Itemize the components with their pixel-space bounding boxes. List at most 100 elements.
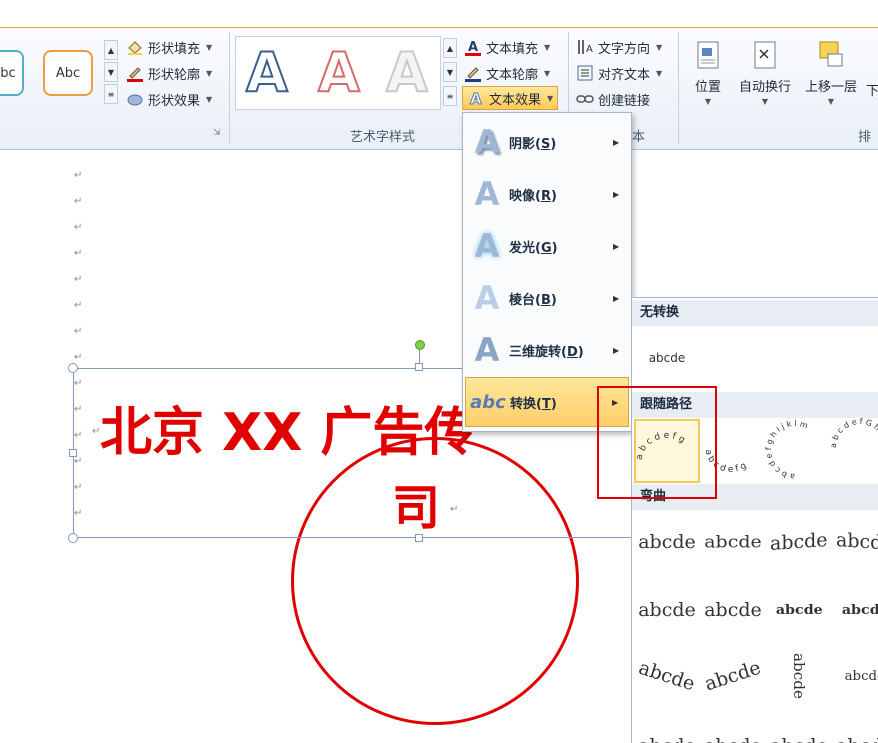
wordart-title-line1[interactable]: 北京 XX 广告传 [100, 390, 476, 465]
warp-arch-down-option[interactable]: abcde [702, 648, 764, 704]
menu-item-3d-rotation[interactable]: A 三维旋转(D) ▶ [465, 325, 629, 375]
path-circle-text: a b c d e f g h i j k l m [764, 419, 809, 481]
menu-item-bevel[interactable]: A 棱台(B) ▶ [465, 273, 629, 323]
wordart-title-line2[interactable]: 司 [392, 468, 440, 538]
shape-outline-button[interactable]: 形状轮廓 ▼ [126, 62, 212, 84]
text-fill-button[interactable]: A 文本填充 ▼ [464, 36, 550, 58]
shape-gallery-more[interactable]: ≡ [104, 84, 118, 104]
warp-sample: abcde [775, 602, 823, 618]
path-circle-option[interactable]: a b c d e f g h i j k l m [764, 418, 826, 484]
wordart-style-2[interactable]: A [317, 45, 361, 101]
warp-sample: abcde [704, 735, 762, 743]
shape-style-preset-1[interactable]: bc [0, 50, 24, 96]
wordart-gallery-down[interactable]: ▼ [443, 62, 457, 82]
warp-sample: abcde [702, 656, 764, 696]
rotation-stem [419, 348, 420, 364]
warp-chevron-down-option[interactable]: abcde [702, 582, 764, 638]
pencil-icon [464, 64, 482, 82]
warp-ring-outside-option[interactable]: abcde [834, 582, 878, 638]
menu-item-transform-key: T [541, 396, 551, 412]
warp-stop-option[interactable]: abcde [702, 514, 764, 570]
warp-option[interactable]: abcde [834, 718, 878, 743]
rotation-handle[interactable] [415, 340, 425, 350]
warp-arch-up-option[interactable]: abcde [636, 648, 698, 704]
paragraph-mark: ↵ [74, 274, 83, 285]
no-transform-header: 无转换 [632, 300, 878, 326]
menu-item-glow[interactable]: A 发光(G) ▶ [465, 221, 629, 271]
warp-plain-option[interactable]: abcde [636, 514, 698, 570]
chevron-down-icon: ▼ [656, 68, 663, 78]
bevel-effect-icon: A [474, 279, 500, 317]
align-text-label: 对齐文本 [598, 67, 651, 83]
shape-gallery-down[interactable]: ▼ [104, 62, 118, 82]
warp-sample: abcde [638, 599, 696, 621]
warp-option[interactable]: abcde [636, 718, 698, 743]
menu-item-shadow[interactable]: A 阴影(S) ▶ [465, 117, 629, 167]
shape-effects-button[interactable]: 形状效果 ▼ [126, 88, 212, 110]
warp-circle-option[interactable]: abcde [768, 648, 830, 704]
dialog-launcher-icon[interactable]: ⇲ [213, 128, 221, 138]
text-direction-button[interactable]: A 文字方向 ▼ [576, 36, 662, 58]
menu-item-glow-key: G [540, 240, 552, 256]
resize-handle[interactable] [415, 363, 423, 371]
wrap-text-button[interactable]: 自动换行 ▼ [734, 40, 796, 106]
transform-none-option[interactable]: abcde [636, 330, 698, 386]
shape-style-preset-2[interactable]: Abc [43, 50, 93, 96]
submenu-arrow-icon: ▶ [613, 293, 620, 303]
menu-item-bevel-label: 棱台 [509, 292, 536, 308]
chevron-down-icon: ▼ [544, 68, 551, 78]
bring-forward-icon [816, 40, 846, 70]
path-button-text: a b c d e f G h i j k l m n o [828, 418, 878, 449]
transform-effect-icon: abc [470, 391, 506, 413]
wordart-gallery-more[interactable]: ≡ [443, 86, 457, 106]
resize-handle[interactable] [68, 533, 78, 543]
reflection-effect-icon: A [474, 175, 500, 213]
warp-option[interactable]: abcde [702, 718, 764, 743]
warp-sample: abcde [704, 532, 762, 552]
bring-forward-button[interactable]: 上移一层 ▼ [800, 40, 862, 106]
warp-option[interactable]: abcde [768, 718, 830, 743]
wordart-gallery-up[interactable]: ▲ [443, 38, 457, 58]
warp-triangle-option[interactable]: abcde [768, 514, 830, 570]
warp-button-option[interactable]: abcde [834, 648, 878, 704]
wrap-text-icon [750, 40, 780, 70]
chevron-down-icon: ▼ [547, 93, 554, 103]
menu-item-shadow-label: 阴影 [509, 136, 536, 152]
text-effects-icon: A [467, 89, 485, 108]
menu-item-bevel-key: B [540, 292, 551, 308]
wordart-style-1[interactable]: A [245, 45, 289, 101]
menu-item-3d-rotation-key: D [566, 344, 578, 360]
position-icon [693, 40, 723, 70]
warp-sample: abcde [790, 652, 808, 700]
resize-handle[interactable] [69, 449, 77, 457]
shape-fill-button[interactable]: 形状填充 ▼ [126, 36, 212, 58]
paragraph-mark: ↵ [450, 504, 459, 515]
text-outline-button[interactable]: 文本轮廓 ▼ [464, 62, 550, 84]
send-backward-button[interactable]: 下 [866, 80, 878, 99]
warp-triangle-down-option[interactable]: abcde [834, 514, 878, 570]
chevron-down-icon: ▼ [704, 97, 712, 106]
create-link-label: 创建链接 [598, 93, 651, 109]
submenu-arrow-icon: ▶ [613, 345, 620, 355]
shape-outline-label: 形状轮廓 [148, 67, 201, 83]
3d-rotation-effect-icon: A [474, 331, 500, 369]
position-button[interactable]: 位置 ▼ [690, 40, 726, 106]
paragraph-mark: ↵ [74, 170, 83, 181]
shape-gallery-up[interactable]: ▲ [104, 40, 118, 60]
menu-item-reflection[interactable]: A 映像(R) ▶ [465, 169, 629, 219]
paragraph-mark: ↵ [74, 352, 83, 363]
resize-handle[interactable] [68, 363, 78, 373]
text-fill-icon: A [464, 38, 482, 56]
ribbon: bc Abc ▲ ▼ ≡ 形状填充 ▼ 形状轮廓 ▼ 形状效果 ▼ ⇲ A A … [0, 28, 878, 150]
create-link-button[interactable]: 创建链接 [576, 88, 650, 110]
path-button-option[interactable]: a b c d e f G h i j k l m n o [828, 418, 878, 484]
align-text-button[interactable]: 对齐文本 ▼ [576, 62, 662, 84]
wordart-style-3[interactable]: A [385, 45, 429, 101]
align-text-icon [576, 64, 594, 82]
window-top-strip [0, 0, 878, 28]
text-effects-button[interactable]: A 文本效果 ▼ [462, 86, 559, 110]
text-effects-label: 文本效果 [489, 92, 542, 108]
warp-chevron-up-option[interactable]: abcde [636, 582, 698, 638]
warp-ring-inside-option[interactable]: abcde [768, 582, 830, 638]
text-group-label: 本 [632, 130, 646, 145]
